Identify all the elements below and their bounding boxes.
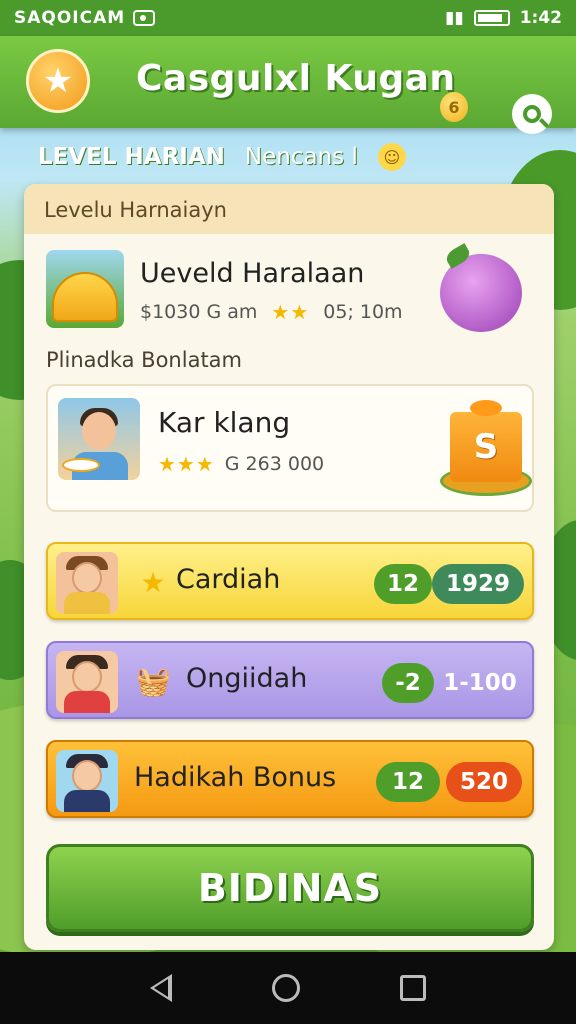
reward-label: Ongiidah (186, 663, 308, 694)
reward-pill-left: -2 (382, 663, 434, 703)
reward-row-cardiah[interactable]: ★ Cardiah 12 1929 (46, 542, 534, 620)
tab-level-harian[interactable]: LEVEL HARIAN (38, 144, 225, 170)
daily-item-title: Ueveld Haralaan (140, 258, 365, 289)
status-bar: SAQOICAM ▮▮ 1:42 (0, 0, 576, 36)
battery-icon (473, 10, 510, 26)
primary-action-button[interactable]: BIDINAS (46, 844, 534, 932)
camera-icon (133, 10, 156, 26)
daily-item[interactable]: Ueveld Haralaan $1030 G am ★★ 05; 10m (46, 250, 532, 340)
panel-header: Levelu Harnaiayn (24, 184, 554, 234)
smiley-icon: ☺ (377, 143, 406, 171)
main-panel: Levelu Harnaiayn Ueveld Haralaan $1030 G… (24, 184, 554, 950)
home-icon[interactable] (272, 974, 300, 1002)
star-icon: ★ (140, 566, 166, 599)
recent-apps-icon[interactable] (400, 975, 426, 1001)
gift-letter: S (450, 412, 522, 482)
basket-icon: 🧺 (136, 665, 171, 698)
carrier-label: SAQOICAM (14, 8, 126, 28)
search-button[interactable] (512, 94, 552, 134)
reward-pill-left: 12 (374, 564, 432, 604)
featured-amount: G 263 000 (224, 453, 325, 475)
reward-row-ongiidah[interactable]: 🧺 Ongiidah -2 1-100 (46, 641, 534, 719)
signal-icon: ▮▮ (444, 8, 464, 28)
kid-avatar (58, 398, 140, 480)
tab-nencans[interactable]: Nencans l (245, 144, 358, 170)
onion-icon (440, 254, 522, 332)
back-icon[interactable] (150, 974, 172, 1002)
reward-pill-right: 520 (446, 762, 522, 802)
reward-label: Cardiah (176, 564, 281, 595)
reward-thumb (56, 651, 118, 713)
gift-box-icon: S (440, 396, 532, 502)
featured-card[interactable]: Kar klang ★★★ G 263 000 S (46, 384, 534, 512)
section-label: Plinadka Bonlatam (46, 348, 243, 372)
featured-title: Kar klang (158, 406, 291, 439)
search-icon (523, 105, 541, 123)
level-tabs: LEVEL HARIAN Nencans l ☺ (38, 143, 406, 171)
featured-stars: ★★★ (158, 452, 215, 476)
daily-item-stars: ★★ (271, 300, 310, 324)
reward-pill-left: 12 (376, 762, 440, 802)
clock: 1:42 (519, 8, 562, 28)
featured-meta: ★★★ G 263 000 (158, 452, 324, 476)
app-title: Casgulxl Kugan (136, 58, 456, 99)
reward-thumb (56, 552, 118, 614)
daily-item-time: 05; 10m (323, 301, 403, 323)
reward-thumb (56, 750, 118, 812)
star-badge-icon[interactable]: ★ (26, 49, 90, 113)
coin-icon: 6 (440, 92, 468, 122)
helmet-icon (46, 250, 124, 328)
system-nav-bar (0, 952, 576, 1024)
app-header: ★ Casgulxl Kugan 6 (0, 36, 576, 134)
daily-item-meta: $1030 G am ★★ 05; 10m (140, 300, 403, 324)
reward-pill-right: 1929 (432, 564, 524, 604)
reward-row-hadikah-bonus[interactable]: Hadikah Bonus 12 520 (46, 740, 534, 818)
daily-item-amount: $1030 G am (140, 301, 258, 323)
reward-label: Hadikah Bonus (134, 762, 337, 793)
reward-pill-right: 1-100 (443, 670, 517, 696)
